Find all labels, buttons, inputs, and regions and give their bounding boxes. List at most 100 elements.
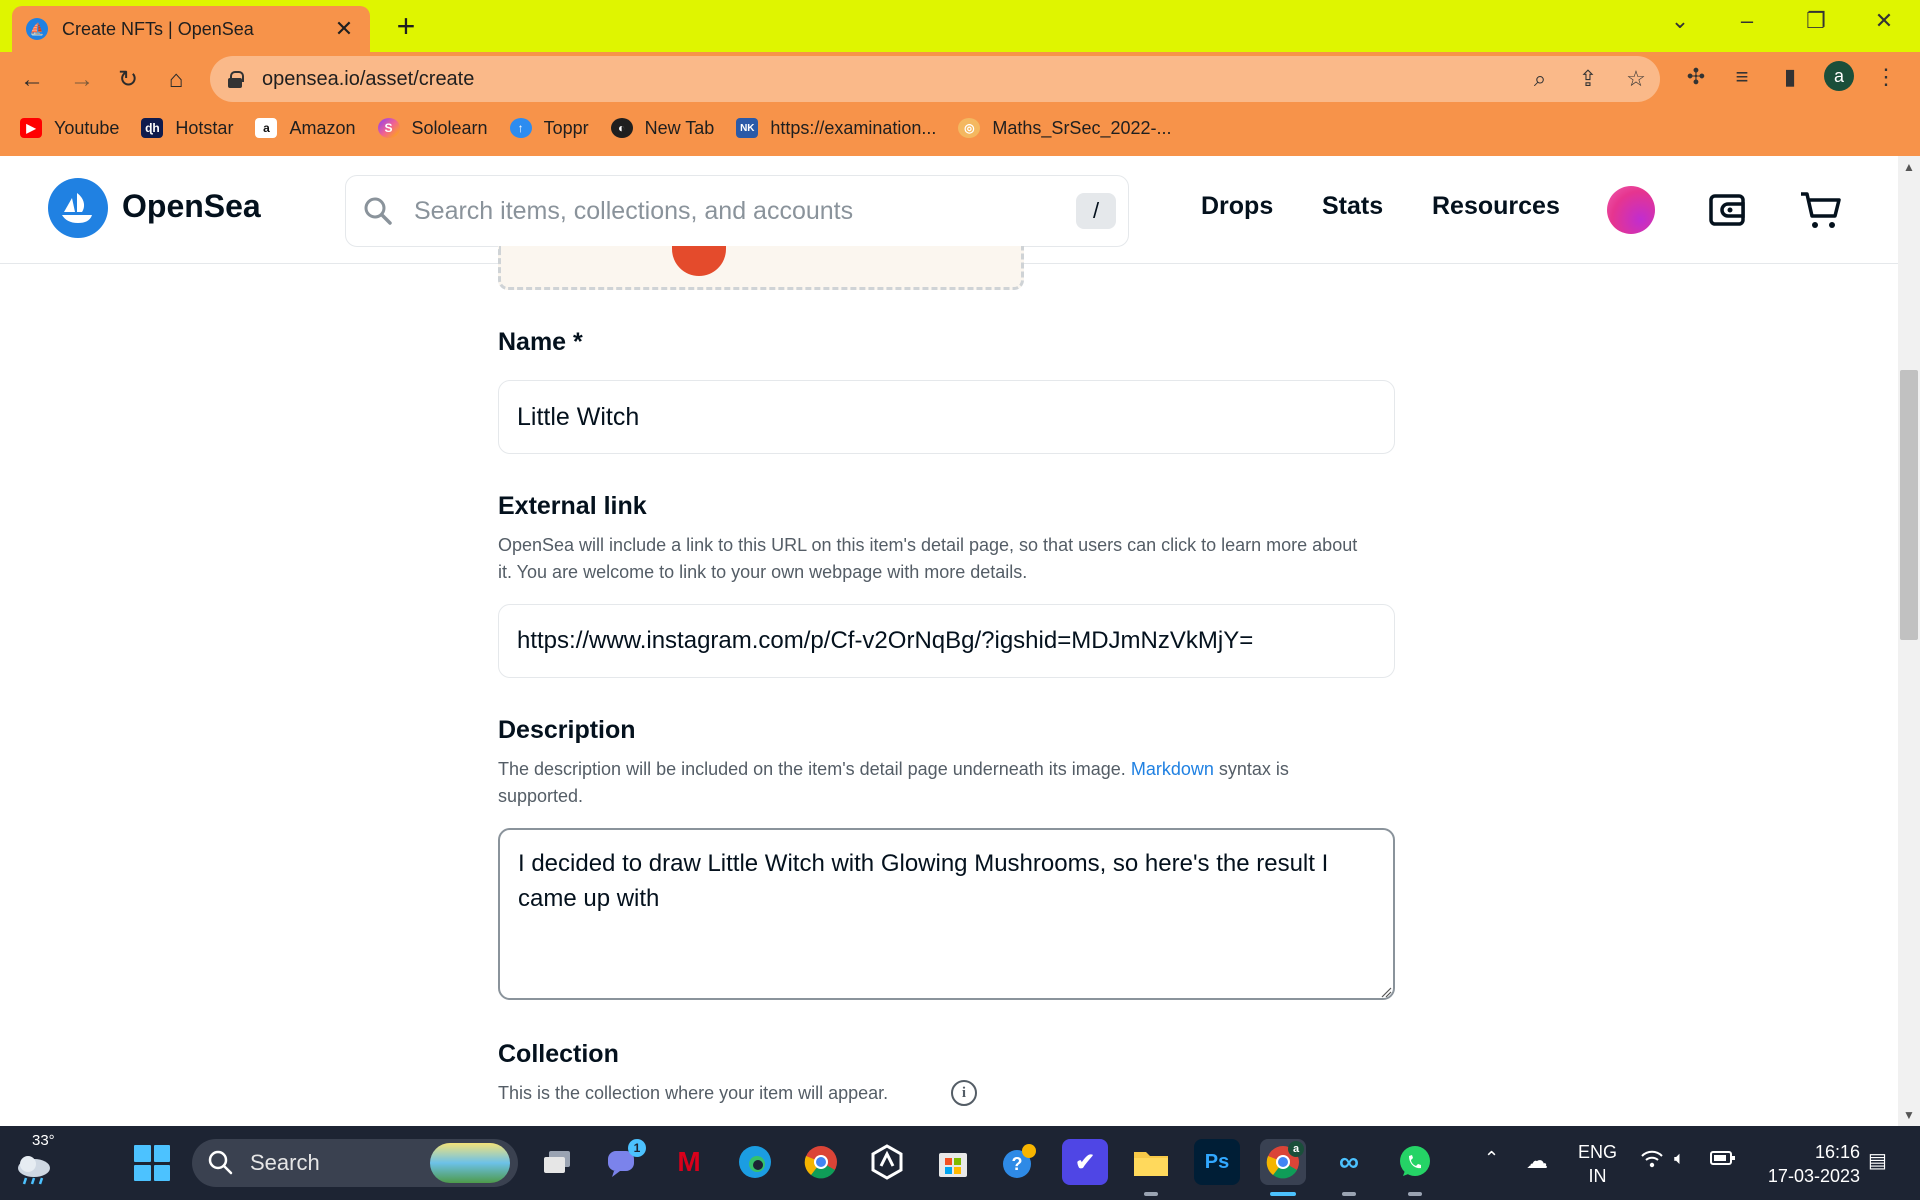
- side-panel-icon[interactable]: ▮: [1770, 64, 1810, 90]
- edge-icon[interactable]: [732, 1139, 778, 1185]
- system-clock[interactable]: 16:16 17-03-2023: [1760, 1140, 1860, 1188]
- close-window-icon[interactable]: ✕: [1864, 8, 1904, 36]
- infinity-app-icon[interactable]: ∞: [1326, 1139, 1372, 1185]
- whatsapp-icon[interactable]: [1392, 1139, 1438, 1185]
- microsoft-store-icon[interactable]: [930, 1139, 976, 1185]
- teams-chat-icon[interactable]: 1: [600, 1139, 646, 1185]
- bookmark-maths[interactable]: ◎ Maths_SrSec_2022-...: [958, 118, 1172, 139]
- scrollbar-thumb[interactable]: [1900, 370, 1918, 640]
- external-link-label: External link: [498, 492, 647, 520]
- svg-text:?: ?: [1012, 1154, 1023, 1174]
- bookmark-sololearn[interactable]: S Sololearn: [377, 118, 488, 139]
- external-link-input[interactable]: [498, 604, 1395, 678]
- description-hint-text: The description will be included on the …: [498, 759, 1126, 779]
- tab-title: Create NFTs | OpenSea: [62, 18, 254, 39]
- task-view-icon[interactable]: [534, 1139, 580, 1185]
- lock-icon[interactable]: [228, 71, 244, 88]
- bookmark-hotstar[interactable]: ɖh Hotstar: [141, 118, 233, 139]
- language-indicator[interactable]: ENG IN: [1578, 1140, 1617, 1188]
- chrome-icon[interactable]: [798, 1139, 844, 1185]
- zoom-search-icon[interactable]: ⌕: [1516, 66, 1564, 92]
- home-icon[interactable]: ⌂: [156, 62, 196, 98]
- page-scrollbar[interactable]: [1898, 156, 1920, 1126]
- bookmark-label: Toppr: [543, 117, 589, 138]
- scroll-down-icon[interactable]: ▼: [1900, 1108, 1918, 1122]
- windows-taskbar: 33° Search 1 M ? ✔ Ps a ∞ ⌃ ☁ ENG IN 🔈︎ …: [0, 1126, 1920, 1200]
- bookmark-new-tab[interactable]: ◐ New Tab: [610, 117, 715, 139]
- share-icon[interactable]: ⇪: [1564, 66, 1612, 92]
- wallet-icon[interactable]: [1703, 186, 1751, 234]
- mcafee-icon[interactable]: M: [666, 1139, 712, 1185]
- toppr-icon: ↑: [509, 118, 532, 138]
- new-tab-icon[interactable]: +: [388, 10, 424, 42]
- bookmark-label: New Tab: [644, 117, 715, 138]
- chrome-profile-badge: a: [1288, 1141, 1304, 1157]
- tab-search-chevron-icon[interactable]: ⌄: [1660, 8, 1700, 36]
- collection-label: Collection: [498, 1040, 619, 1068]
- resize-grip-icon[interactable]: [1380, 986, 1392, 998]
- profile-avatar[interactable]: a: [1824, 61, 1854, 91]
- opensea-logo-icon[interactable]: [48, 178, 108, 238]
- emblem-icon: ◎: [958, 118, 981, 138]
- chrome-menu-icon[interactable]: ⋮: [1866, 64, 1906, 90]
- youtube-icon: ▶: [20, 118, 42, 138]
- language-code: ENG: [1578, 1142, 1618, 1162]
- nav-drops[interactable]: Drops: [1201, 192, 1273, 221]
- extensions-icon[interactable]: ✣: [1676, 64, 1716, 90]
- search-input[interactable]: [414, 196, 1076, 226]
- bookmark-amazon[interactable]: a Amazon: [255, 117, 356, 139]
- cart-icon[interactable]: [1797, 186, 1845, 234]
- bookmark-youtube[interactable]: ▶ Youtube: [20, 118, 119, 139]
- tab-close-icon[interactable]: ✕: [332, 16, 356, 42]
- reload-icon[interactable]: ↻: [108, 62, 148, 98]
- reading-list-icon[interactable]: ≡: [1722, 64, 1762, 90]
- show-hidden-icons-icon[interactable]: ⌃: [1484, 1148, 1499, 1169]
- opensea-brand[interactable]: OpenSea: [122, 188, 261, 225]
- back-icon[interactable]: ←: [12, 62, 52, 98]
- chrome-profile-icon[interactable]: a: [1260, 1139, 1306, 1185]
- bookmark-label: https://examination...: [770, 117, 937, 138]
- battery-icon[interactable]: [1710, 1148, 1736, 1173]
- bookmark-label: Amazon: [289, 117, 356, 138]
- notification-icon[interactable]: ▤: [1868, 1148, 1887, 1173]
- bookmark-star-icon[interactable]: ☆: [1612, 66, 1660, 92]
- media-upload-dropzone[interactable]: [498, 246, 1024, 290]
- user-avatar[interactable]: [1607, 186, 1655, 234]
- examination-site-icon: NK: [736, 118, 759, 138]
- sololearn-icon: S: [377, 118, 400, 138]
- wifi-icon[interactable]: [1640, 1148, 1664, 1175]
- file-explorer-icon[interactable]: [1128, 1139, 1174, 1185]
- browser-tab[interactable]: ⛵ Create NFTs | OpenSea ✕: [12, 6, 370, 52]
- info-icon[interactable]: i: [951, 1080, 977, 1106]
- address-bar[interactable]: opensea.io/asset/create ⌕ ⇪ ☆: [210, 56, 1660, 102]
- name-input[interactable]: [498, 380, 1395, 454]
- collection-hint: This is the collection where your item w…: [498, 1083, 889, 1103]
- browser-tab-strip: ⛵ Create NFTs | OpenSea ✕ + ⌄ – ❐ ✕: [0, 0, 1920, 52]
- url-text[interactable]: opensea.io/asset/create: [262, 68, 1516, 91]
- search-highlight-image: [430, 1143, 510, 1183]
- name-label: Name *: [498, 328, 583, 356]
- app-hexagon-icon[interactable]: [864, 1139, 910, 1185]
- nav-resources[interactable]: Resources: [1432, 192, 1560, 221]
- opensea-search[interactable]: /: [345, 175, 1129, 247]
- photoshop-icon[interactable]: Ps: [1194, 1139, 1240, 1185]
- bookmark-toppr[interactable]: ↑ Toppr: [509, 117, 589, 139]
- description-textarea[interactable]: I decided to draw Little Witch with Glow…: [498, 828, 1395, 1000]
- browser-toolbar: ← → ↻ ⌂ opensea.io/asset/create ⌕ ⇪ ☆ ✣ …: [0, 52, 1920, 156]
- minimize-icon[interactable]: –: [1727, 8, 1767, 36]
- bookmark-examination[interactable]: NK https://examination...: [736, 118, 936, 139]
- chat-badge: 1: [628, 1139, 646, 1157]
- scroll-up-icon[interactable]: ▲: [1900, 160, 1918, 174]
- nav-stats[interactable]: Stats: [1322, 192, 1383, 221]
- windows-start-icon[interactable]: [134, 1145, 170, 1181]
- forward-icon[interactable]: →: [62, 62, 102, 98]
- taskbar-search[interactable]: Search: [192, 1139, 518, 1187]
- restore-icon[interactable]: ❐: [1796, 8, 1836, 36]
- description-hint: The description will be included on the …: [498, 756, 1368, 810]
- volume-icon[interactable]: 🔈︎: [1674, 1148, 1685, 1169]
- get-help-icon[interactable]: ?: [996, 1139, 1042, 1185]
- markdown-link[interactable]: Markdown: [1131, 759, 1214, 779]
- search-icon: [208, 1150, 233, 1175]
- app-purple-icon[interactable]: ✔: [1062, 1139, 1108, 1185]
- onedrive-cloud-icon[interactable]: ☁: [1526, 1148, 1548, 1174]
